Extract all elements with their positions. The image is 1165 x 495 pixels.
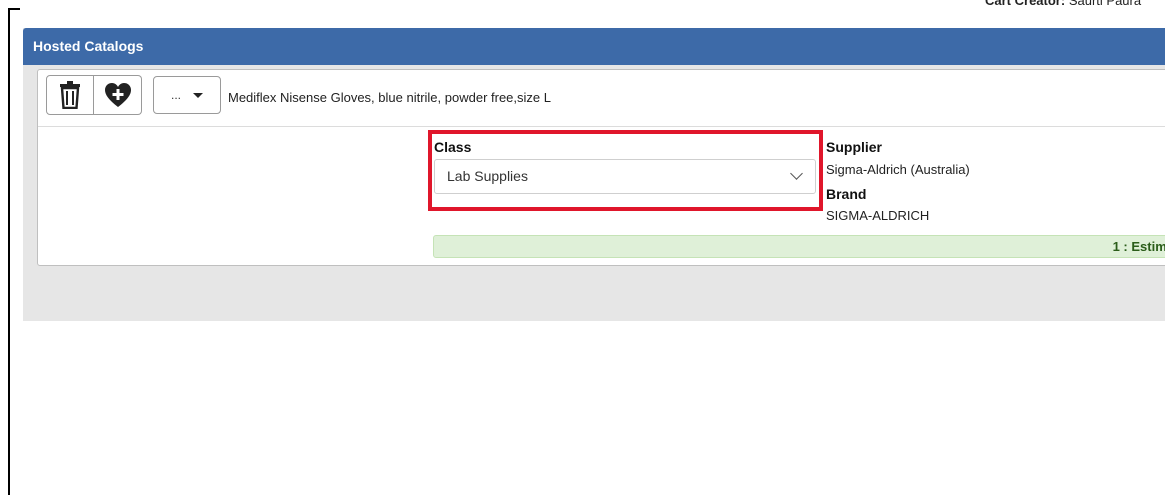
heart-plus-icon bbox=[104, 83, 131, 107]
catalog-item-card: ... Mediflex Nisense Gloves, blue nitril… bbox=[37, 69, 1165, 266]
estimate-bar: 1 : Estima bbox=[433, 235, 1165, 258]
more-actions-dropdown[interactable]: ... bbox=[153, 76, 221, 114]
window-frame-left bbox=[8, 8, 10, 495]
window-frame-top bbox=[8, 8, 20, 10]
hosted-catalogs-panel: Hosted Catalogs ... Mediflex Nisense Glo… bbox=[23, 28, 1165, 321]
more-label: ... bbox=[170, 88, 181, 102]
item-toolbar: ... Mediflex Nisense Gloves, blue nitril… bbox=[38, 70, 1165, 127]
supplier-label: Supplier bbox=[826, 139, 883, 155]
add-favorite-button[interactable] bbox=[94, 75, 142, 115]
item-action-group bbox=[46, 75, 142, 115]
brand-label: Brand bbox=[826, 186, 867, 202]
supplier-value: Sigma-Aldrich (Australia) bbox=[826, 162, 970, 177]
cart-creator: Cart Creator: Saurti Paura bbox=[985, 0, 1142, 8]
panel-title: Hosted Catalogs bbox=[23, 28, 1165, 65]
caret-down-icon bbox=[193, 92, 203, 98]
trash-icon bbox=[60, 81, 80, 109]
item-title: Mediflex Nisense Gloves, blue nitrile, p… bbox=[228, 90, 551, 105]
brand-value: SIGMA-ALDRICH bbox=[826, 208, 930, 223]
delete-button[interactable] bbox=[46, 75, 94, 115]
estimate-text: 1 : Estima bbox=[1112, 239, 1165, 254]
highlight-box bbox=[428, 130, 823, 211]
